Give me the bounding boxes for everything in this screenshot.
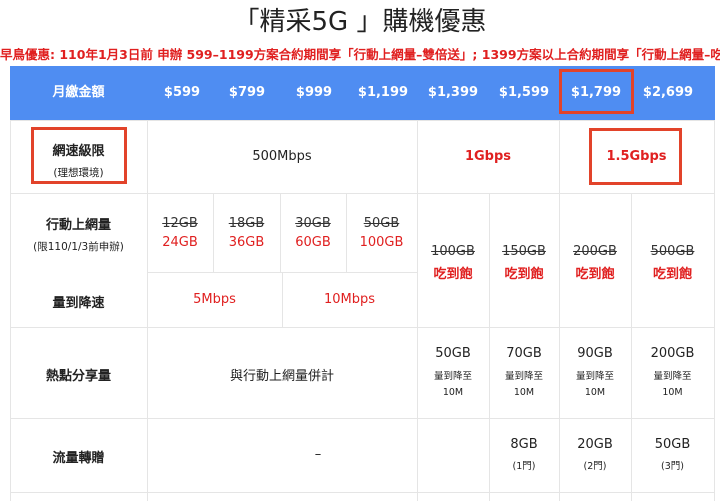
row-divider xyxy=(10,418,715,419)
gift-value: 8GB xyxy=(510,437,538,452)
highlight-box-1799 xyxy=(559,69,634,114)
mobile-data-sublabel: (限110/1/3前申辦) xyxy=(33,241,124,253)
hotspot-throttle-speed: 10M xyxy=(662,387,683,398)
row-divider xyxy=(10,327,715,328)
data-gift-label: 流量轉贈 xyxy=(52,451,105,466)
gift-doors: (2門) xyxy=(583,461,607,472)
hotspot-throttle-note: 量到降至 xyxy=(653,371,692,382)
col-divider xyxy=(417,120,418,501)
old-quota: 500GB xyxy=(650,244,695,259)
hotspot-value: 70GB xyxy=(506,346,542,361)
price-999: $999 xyxy=(295,85,333,100)
speed-1gbps: 1Gbps xyxy=(464,149,512,164)
hotspot-value: 90GB xyxy=(577,346,613,361)
new-quota: 100GB xyxy=(359,235,404,250)
hotspot-throttle-speed: 10M xyxy=(584,387,606,398)
monthly-fee-label: 月繳金額 xyxy=(52,85,105,100)
gift-none-dash: – xyxy=(314,447,322,462)
highlight-box-1-5gbps xyxy=(589,128,682,185)
hotspot-value: 200GB xyxy=(650,346,695,361)
old-quota: 150GB xyxy=(502,244,546,259)
new-quota: 36GB xyxy=(228,235,265,250)
highlight-box-speed-label xyxy=(31,127,127,184)
unlimited-label: 吃到飽 xyxy=(433,267,473,282)
new-quota: 60GB xyxy=(295,235,331,250)
unlimited-label: 吃到飽 xyxy=(652,267,692,282)
old-quota: 200GB xyxy=(573,244,617,259)
row-divider xyxy=(10,120,715,121)
gift-value: 20GB xyxy=(577,437,613,452)
price-1399: $1,399 xyxy=(427,85,479,100)
col-divider xyxy=(346,193,347,272)
page-title: 「精采5G 」購機優惠 xyxy=(233,7,487,37)
old-quota: 100GB xyxy=(431,244,475,259)
hotspot-shared-note: 與行動上網量併計 xyxy=(229,369,334,384)
mobile-data-label: 行動上網量 (限110/1/3前申辦) xyxy=(10,214,147,254)
price-799: $799 xyxy=(228,85,266,100)
price-2699: $2,699 xyxy=(642,85,694,100)
row-divider xyxy=(10,193,715,194)
hotspot-value: 50GB xyxy=(435,346,471,361)
old-quota: 30GB xyxy=(295,216,331,231)
gift-doors: (3門) xyxy=(661,461,684,472)
price-599: $599 xyxy=(163,85,201,100)
old-quota: 18GB xyxy=(228,216,265,231)
throttle-label: 量到降速 xyxy=(52,296,105,311)
old-quota: 12GB xyxy=(162,216,198,231)
col-divider xyxy=(714,120,715,501)
hotspot-throttle-speed: 10M xyxy=(442,387,464,398)
old-quota: 50GB xyxy=(363,216,400,231)
speed-500mbps: 500Mbps xyxy=(252,149,312,164)
col-divider xyxy=(213,193,214,272)
hotspot-throttle-note: 量到降至 xyxy=(504,371,543,382)
unlimited-label: 吃到飽 xyxy=(575,267,615,282)
price-1199: $1,199 xyxy=(357,85,409,100)
hotspot-throttle-speed: 10M xyxy=(513,387,535,398)
col-divider xyxy=(280,193,281,272)
gift-doors: (1門) xyxy=(512,461,536,472)
promo-banner: 早鳥優惠: 110年1月3日前 申辦 599–1199方案合約期間享「行動上網量… xyxy=(0,47,720,62)
hotspot-throttle-note: 量到降至 xyxy=(433,371,472,382)
hotspot-throttle-note: 量到降至 xyxy=(575,371,614,382)
col-divider xyxy=(147,120,148,501)
row-divider xyxy=(10,492,715,493)
throttle-10mbps: 10Mbps xyxy=(323,292,376,307)
unlimited-label: 吃到飽 xyxy=(504,267,544,282)
gift-value: 50GB xyxy=(654,437,691,452)
throttle-5mbps: 5Mbps xyxy=(193,292,236,307)
price-1599: $1,599 xyxy=(498,85,550,100)
new-quota: 24GB xyxy=(162,235,198,250)
hotspot-label: 熱點分享量 xyxy=(45,369,111,384)
